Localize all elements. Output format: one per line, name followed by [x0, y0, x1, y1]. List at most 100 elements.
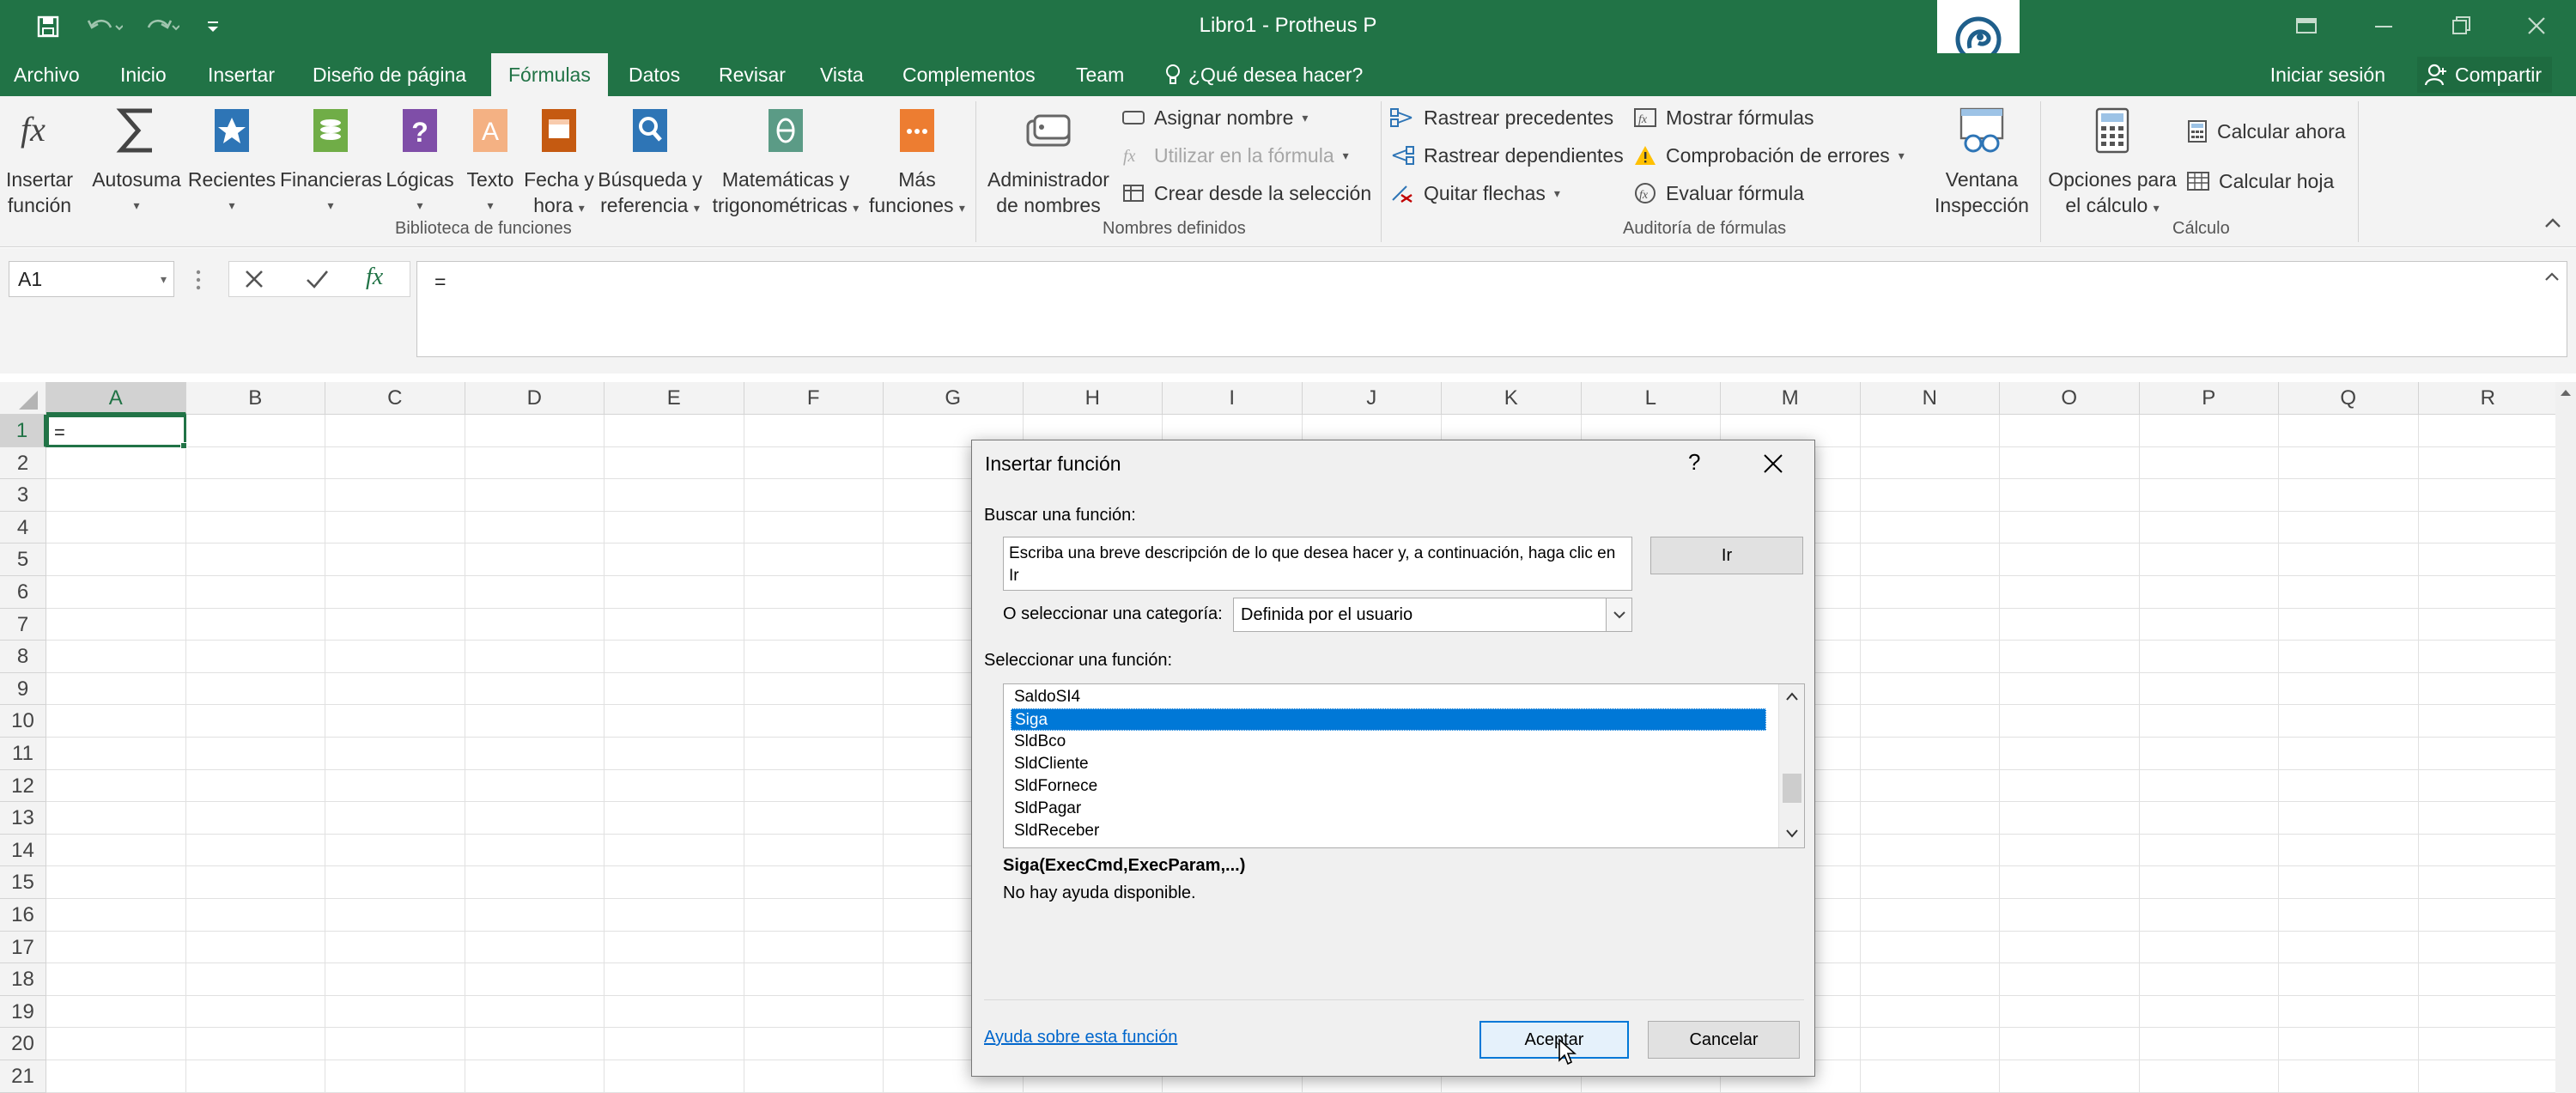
column-header-n[interactable]: N: [1860, 382, 2000, 415]
category-select[interactable]: Definida por el usuario: [1233, 598, 1632, 632]
list-scrollbar[interactable]: [1778, 684, 1804, 847]
column-header-o[interactable]: O: [2000, 382, 2140, 415]
remove-arrows-button[interactable]: Quitar flechas ▾: [1389, 177, 1560, 209]
minimize-icon[interactable]: [2365, 9, 2403, 43]
insert-function-button[interactable]: fx Insertar función: [5, 103, 74, 218]
row-header-11[interactable]: 11: [0, 738, 46, 770]
row-header-13[interactable]: 13: [0, 802, 46, 835]
restore-icon[interactable]: [2442, 9, 2480, 43]
list-item-selected[interactable]: Siga: [1011, 708, 1766, 731]
row-header-6[interactable]: 6: [0, 576, 46, 609]
row-header-14[interactable]: 14: [0, 834, 46, 867]
list-item[interactable]: SldPagar: [1011, 798, 1766, 820]
column-header-k[interactable]: K: [1442, 382, 1582, 415]
tab-diseno-pagina[interactable]: Diseño de página: [313, 53, 466, 96]
chevron-down-icon[interactable]: ▾: [161, 262, 167, 296]
autosum-button[interactable]: Autosuma ▾: [91, 103, 182, 218]
go-button[interactable]: Ir: [1650, 537, 1803, 574]
cancel-formula-icon[interactable]: [242, 267, 266, 291]
row-header-17[interactable]: 17: [0, 931, 46, 964]
row-header-12[interactable]: 12: [0, 769, 46, 803]
column-header-i[interactable]: I: [1163, 382, 1303, 415]
row-header-21[interactable]: 21: [0, 1060, 46, 1093]
enter-formula-icon[interactable]: [304, 267, 330, 291]
row-header-10[interactable]: 10: [0, 705, 46, 738]
trace-dependents-button[interactable]: Rastrear dependientes: [1389, 139, 1624, 172]
collapse-ribbon-icon[interactable]: [2543, 216, 2562, 230]
row-header-8[interactable]: 8: [0, 641, 46, 673]
column-header-j[interactable]: J: [1302, 382, 1442, 415]
datetime-button[interactable]: Fecha y hora ▾: [520, 103, 598, 221]
text-button[interactable]: A Texto ▾: [462, 103, 519, 218]
tab-insertar[interactable]: Insertar: [208, 53, 275, 96]
watch-window-button[interactable]: Ventana Inspección: [1927, 103, 2037, 218]
search-function-input[interactable]: Escriba una breve descripción de lo que …: [1003, 537, 1632, 591]
calc-sheet-button[interactable]: Calcular hoja: [2186, 165, 2334, 197]
ok-button[interactable]: Aceptar: [1479, 1021, 1629, 1059]
tell-me[interactable]: ¿Qué desea hacer?: [1164, 53, 1363, 96]
column-header-b[interactable]: B: [185, 382, 325, 415]
row-header-20[interactable]: 20: [0, 1028, 46, 1060]
scroll-thumb[interactable]: [1783, 774, 1801, 803]
error-checking-button[interactable]: Comprobación de errores ▾: [1633, 139, 1905, 172]
select-all-corner[interactable]: [0, 382, 46, 415]
column-header-q[interactable]: Q: [2279, 382, 2419, 415]
help-icon[interactable]: ?: [1688, 449, 1700, 476]
tab-archivo[interactable]: Archivo: [14, 53, 80, 96]
tab-inicio[interactable]: Inicio: [120, 53, 167, 96]
column-header-l[interactable]: L: [1581, 382, 1721, 415]
evaluate-formula-button[interactable]: fx Evaluar fórmula: [1633, 177, 1804, 209]
column-header-r[interactable]: R: [2418, 382, 2558, 415]
vertical-scrollbar[interactable]: [2555, 382, 2576, 1093]
column-header-e[interactable]: E: [605, 382, 744, 415]
list-item[interactable]: SaldoSI4: [1011, 686, 1766, 708]
row-header-4[interactable]: 4: [0, 511, 46, 544]
show-formulas-button[interactable]: fx Mostrar fórmulas: [1633, 101, 1814, 134]
tab-datos[interactable]: Datos: [629, 53, 680, 96]
column-header-m[interactable]: M: [1721, 382, 1861, 415]
list-item[interactable]: SldBco: [1011, 731, 1766, 753]
scroll-up-icon[interactable]: [2555, 382, 2576, 403]
function-list[interactable]: SaldoSI4 Siga SldBco SldCliente SldForne…: [1003, 683, 1805, 848]
signin-link[interactable]: Iniciar sesión: [2270, 53, 2385, 96]
formula-input[interactable]: =: [416, 261, 2567, 357]
scroll-down-icon[interactable]: [1785, 829, 1799, 839]
row-header-2[interactable]: 2: [0, 446, 46, 480]
row-header-5[interactable]: 5: [0, 543, 46, 576]
lookup-button[interactable]: Búsqueda y referencia ▾: [596, 103, 704, 221]
list-item[interactable]: SldReceber: [1011, 820, 1766, 842]
list-item[interactable]: SldCliente: [1011, 753, 1766, 775]
trace-precedents-button[interactable]: Rastrear precedentes: [1389, 101, 1613, 134]
cancel-button[interactable]: Cancelar: [1648, 1021, 1800, 1059]
close-icon[interactable]: [1762, 452, 1784, 475]
logical-button[interactable]: ? Lógicas ▾: [383, 103, 457, 218]
tab-complementos[interactable]: Complementos: [902, 53, 1036, 96]
name-box[interactable]: A1 ▾: [9, 261, 174, 297]
row-header-9[interactable]: 9: [0, 672, 46, 706]
ribbon-display-options-icon[interactable]: [2287, 9, 2325, 43]
column-header-g[interactable]: G: [884, 382, 1024, 415]
financial-button[interactable]: Financieras ▾: [280, 103, 382, 218]
row-header-7[interactable]: 7: [0, 608, 46, 641]
chevron-down-icon[interactable]: [1606, 598, 1631, 631]
tab-team[interactable]: Team: [1076, 53, 1124, 96]
active-cell-a1[interactable]: =: [46, 415, 186, 447]
row-header-18[interactable]: 18: [0, 963, 46, 996]
name-manager-button[interactable]: Administrador de nombres: [982, 103, 1115, 218]
column-header-h[interactable]: H: [1023, 382, 1163, 415]
fx-icon[interactable]: fx: [366, 264, 383, 291]
scroll-up-icon[interactable]: [1785, 691, 1799, 701]
recent-button[interactable]: Recientes ▾: [187, 103, 276, 218]
column-header-d[interactable]: D: [465, 382, 605, 415]
row-header-1[interactable]: 1: [0, 415, 46, 447]
close-icon[interactable]: [2518, 9, 2555, 43]
column-header-c[interactable]: C: [325, 382, 465, 415]
define-name-button[interactable]: Asignar nombre ▾: [1121, 101, 1308, 134]
column-header-a[interactable]: A: [46, 382, 186, 415]
create-from-selection-button[interactable]: Crear desde la selección: [1121, 177, 1371, 209]
tab-formulas[interactable]: Fórmulas: [491, 53, 608, 96]
tab-vista[interactable]: Vista: [820, 53, 864, 96]
math-button[interactable]: Matemáticas y trigonométricas ▾: [706, 103, 866, 221]
help-link[interactable]: Ayuda sobre esta función: [984, 1028, 1177, 1047]
list-item[interactable]: SldFornece: [1011, 775, 1766, 798]
